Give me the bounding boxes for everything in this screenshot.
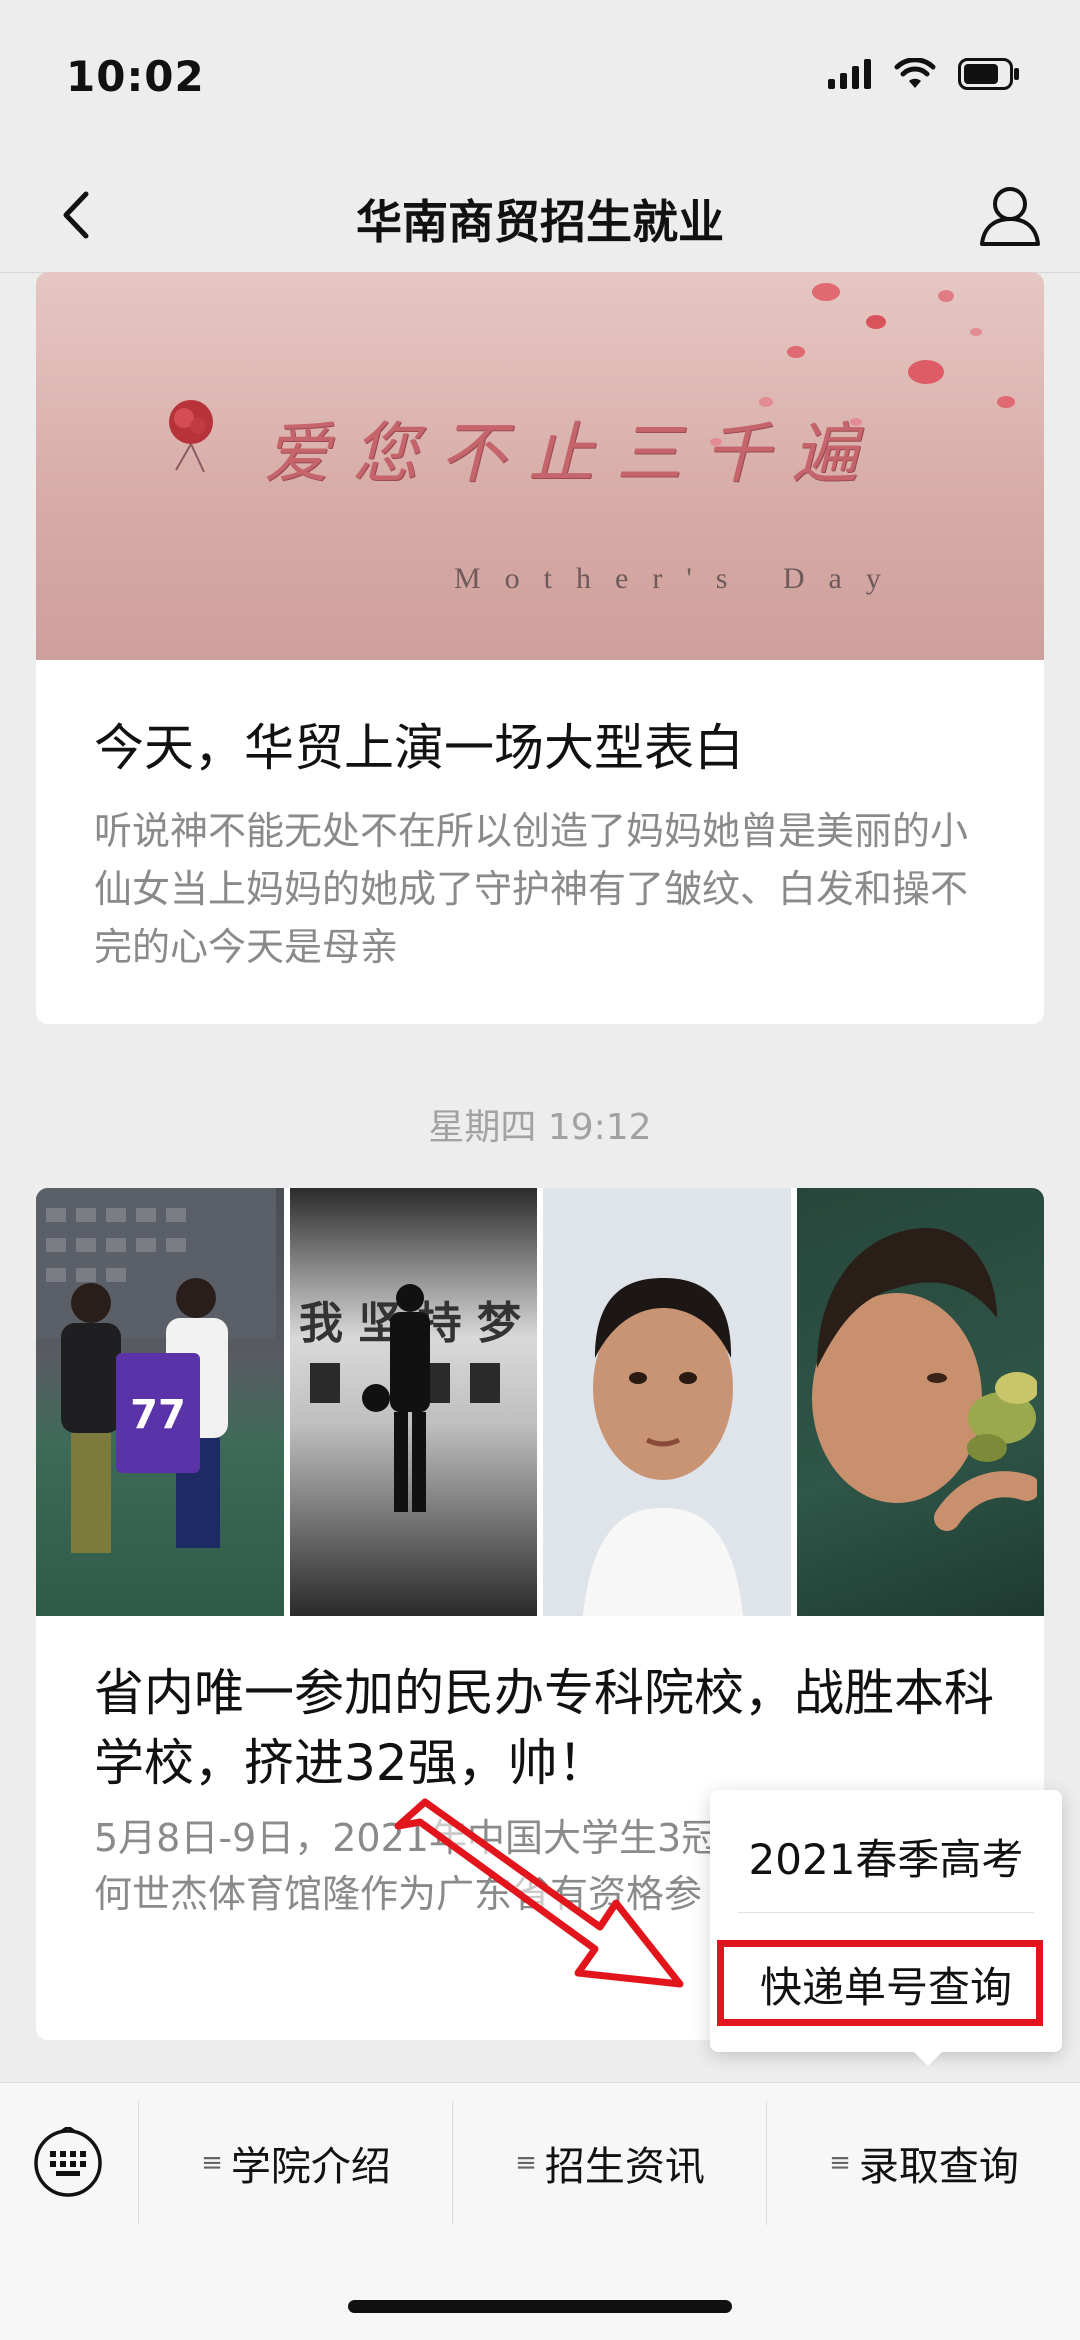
- home-indicator[interactable]: [348, 2300, 732, 2313]
- player-silhouette: 我 坚 持 梦: [299, 1284, 520, 1512]
- photo-jersey-presentation: 77: [36, 1188, 284, 1616]
- signal-icon: [828, 59, 871, 89]
- menu-item-label: 招生资讯: [544, 2144, 705, 2190]
- menu-item-admission-query[interactable]: ≡ 录取查询: [768, 2123, 1080, 2203]
- photo-gym-court: 我 坚 持 梦: [289, 1188, 537, 1616]
- players-figure: 77: [36, 1188, 276, 1553]
- menu-item-label: 学院介绍: [230, 2144, 391, 2190]
- popup-item-spring-exam[interactable]: 2021春季高考: [710, 1826, 1062, 1887]
- menu-separator: [452, 2101, 453, 2225]
- menu-list-icon: ≡: [829, 2148, 851, 2178]
- banner-caption: 爱您不止三千遍: [264, 415, 880, 492]
- banner-subcaption: Mother's Day: [454, 562, 905, 595]
- page-title: 华南商贸招生就业: [356, 195, 724, 249]
- photo-portrait: [543, 1188, 791, 1616]
- menu-separator: [138, 2101, 139, 2225]
- status-bar: 10:02: [0, 0, 1080, 160]
- menu-list-icon: ≡: [515, 2148, 537, 2178]
- article-summary: 听说神不能无处不在所以创造了妈妈她曾是美丽的小仙女当上妈妈的她成了守护神有了皱纹…: [94, 809, 969, 969]
- battery-icon: [958, 58, 1019, 90]
- menu-separator: [766, 2101, 767, 2225]
- rose-decoration-icon: [169, 400, 213, 473]
- jersey-number: 77: [130, 1392, 186, 1438]
- popup-divider: [738, 1912, 1034, 1913]
- menu-item-label: 录取查询: [858, 2144, 1019, 2190]
- portrait-figure: [583, 1278, 743, 1616]
- nav-bar: 华南商贸招生就业: [0, 160, 1080, 273]
- message-timestamp: 星期四 19:12: [428, 1107, 652, 1148]
- menu-list-icon: ≡: [201, 2148, 223, 2178]
- wifi-icon: [894, 58, 936, 88]
- article-photo-collage: 77 我 坚 持 梦: [36, 1188, 1044, 1616]
- keyboard-icon[interactable]: [32, 2127, 104, 2199]
- profile-icon[interactable]: [970, 176, 1050, 256]
- flower-figure: [811, 1228, 1040, 1531]
- menu-item-college-intro[interactable]: ≡ 学院介绍: [140, 2123, 452, 2203]
- article-title: 今天，华贸上演一场大型表白: [94, 719, 744, 777]
- photo-flower-kiss: [796, 1188, 1044, 1616]
- article-title: 省内唯一参加的民办专科院校，战胜本科学校，挤进32强，帅！: [94, 1664, 994, 1792]
- popup-pointer: [912, 2050, 944, 2066]
- status-icons: [828, 58, 1020, 90]
- article-card-mothers-day[interactable]: 爱您不止三千遍 Mother's Day 今天，华贸上演一场大型表白 听说神不能…: [36, 272, 1044, 1024]
- menu-item-admission-news[interactable]: ≡ 招生资讯: [454, 2123, 766, 2203]
- status-time: 10:02: [66, 52, 205, 101]
- article-banner-image: 爱您不止三千遍 Mother's Day: [36, 272, 1044, 660]
- red-highlight-box: [717, 1940, 1043, 2026]
